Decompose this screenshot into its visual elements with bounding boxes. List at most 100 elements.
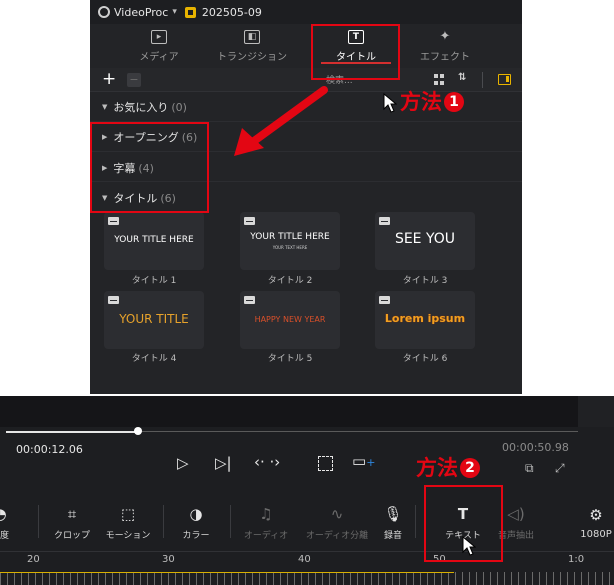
title-badge-icon bbox=[244, 217, 255, 225]
preview-scrollbar[interactable] bbox=[578, 396, 614, 427]
screenshot-stage: VideoProc ▾ 202505-09 ▸ メディア ◧ トランジション T… bbox=[0, 0, 614, 585]
title-thumbnail-label: タイトル 6 bbox=[402, 354, 448, 364]
progress-fill bbox=[6, 431, 138, 433]
tool-label: オーディオ bbox=[243, 530, 289, 541]
tool-label: オーディオ分離 bbox=[305, 530, 369, 541]
next-frame-icon[interactable]: ▷| bbox=[215, 454, 232, 472]
panel-toggle-icon[interactable] bbox=[498, 74, 511, 85]
tool-label: 1080P bbox=[580, 528, 612, 540]
title-thumbnail-5[interactable]: HAPPY NEW YEAR bbox=[240, 291, 340, 349]
edit-tools-row: ◔ 速度 ⌗ クロップ ⬚ モーション ◑ カラー ♫ オーディオ ∿ オーディ… bbox=[0, 494, 614, 551]
tool-label: カラー bbox=[182, 530, 210, 541]
title-preview-text: HAPPY NEW YEAR bbox=[254, 315, 326, 324]
grid-view-icon[interactable] bbox=[434, 74, 445, 85]
red-arrow-icon bbox=[234, 86, 328, 156]
library-tabs: ▸ メディア ◧ トランジション T タイトル ✦ エフェクト bbox=[90, 24, 522, 68]
category-favorites[interactable]: ▼ お気に入り (0) bbox=[102, 97, 187, 117]
title-preview-text: SEE YOU bbox=[394, 231, 456, 247]
step-arrows-icon[interactable]: ‹· ·› bbox=[254, 453, 280, 471]
timeline-ticks bbox=[0, 572, 614, 585]
highlight-box-categories bbox=[90, 122, 209, 213]
tab-transition[interactable]: ◧ トランジション bbox=[210, 24, 294, 68]
tab-effect-label: エフェクト bbox=[420, 51, 470, 63]
remove-button[interactable]: − bbox=[127, 73, 141, 87]
timeline-clip-bar bbox=[0, 572, 454, 573]
tool-color[interactable]: ◑ カラー bbox=[176, 494, 216, 551]
tab-effect[interactable]: ✦ エフェクト bbox=[412, 24, 478, 68]
tool-label: 速度 bbox=[0, 530, 9, 541]
project-save-icon[interactable] bbox=[184, 6, 196, 18]
speed-icon: ◔ bbox=[0, 505, 7, 524]
ruler-label: 30 bbox=[162, 554, 175, 565]
title-thumbnail-4[interactable]: YOUR TITLE bbox=[104, 291, 204, 349]
title-thumbnail-3[interactable]: SEE YOU bbox=[375, 212, 475, 270]
tool-record[interactable]: 🎙 録音 bbox=[378, 494, 408, 551]
app-titlebar: VideoProc ▾ 202505-09 bbox=[90, 0, 522, 24]
app-name: VideoProc bbox=[114, 5, 169, 19]
tab-transition-label: トランジション bbox=[217, 51, 287, 63]
export-frame-icon[interactable]: ▭+ bbox=[352, 452, 375, 470]
title-thumbnail-1[interactable]: YOUR TITLE HERE bbox=[104, 212, 204, 270]
preview-area bbox=[0, 396, 578, 427]
speaker-icon: ◁) bbox=[507, 504, 525, 523]
chevron-down-icon[interactable]: ▾ bbox=[172, 7, 177, 17]
title-thumbnail-label: タイトル 1 bbox=[131, 276, 177, 286]
title-thumbnail-6[interactable]: Lorem ipsum bbox=[375, 291, 475, 349]
tool-label: 音声抽出 bbox=[497, 530, 534, 541]
videoproc-logo-icon bbox=[98, 6, 110, 18]
sort-icon[interactable]: ⇅ bbox=[458, 72, 466, 83]
title-badge-icon bbox=[379, 217, 390, 225]
play-icon[interactable]: ▷ bbox=[177, 454, 189, 472]
progress-knob[interactable] bbox=[133, 427, 142, 435]
title-preview-subtext: YOUR TEXT HERE bbox=[272, 245, 308, 250]
tab-media[interactable]: ▸ メディア bbox=[128, 24, 190, 68]
total-time: 00:00:50.98 bbox=[502, 441, 569, 454]
title-preview-text: YOUR TITLE HERE bbox=[250, 232, 330, 242]
transition-icon: ◧ bbox=[244, 29, 260, 44]
title-preview-text: YOUR TITLE HERE bbox=[114, 235, 194, 245]
method-1-number: 1 bbox=[444, 92, 464, 112]
tool-label: 録音 bbox=[383, 530, 402, 541]
title-thumbnail-label: タイトル 4 bbox=[131, 354, 177, 364]
title-preview-text: Lorem ipsum bbox=[384, 312, 466, 325]
tool-audio-split: ∿ オーディオ分離 bbox=[298, 494, 376, 551]
effect-icon: ✦ bbox=[439, 29, 451, 44]
palette-icon: ◑ bbox=[189, 504, 203, 523]
ruler-label: 1:0 bbox=[568, 554, 585, 565]
settings-icon: ⚙ bbox=[589, 505, 603, 524]
snapshot-icon[interactable] bbox=[318, 456, 333, 471]
add-button[interactable]: + bbox=[102, 70, 116, 88]
expand-triangle-icon: ▼ bbox=[102, 103, 108, 111]
tool-audio: ♫ オーディオ bbox=[238, 494, 294, 551]
tool-motion[interactable]: ⬚ モーション bbox=[100, 494, 156, 551]
mouse-cursor-icon bbox=[383, 93, 397, 113]
tool-speed[interactable]: ◔ 速度 bbox=[0, 494, 14, 551]
title-thumbnail-2[interactable]: YOUR TITLE HERE YOUR TEXT HERE bbox=[240, 212, 340, 270]
ruler-label: 20 bbox=[27, 554, 40, 565]
tools-divider bbox=[163, 505, 164, 538]
method-2-annotation: 方法 2 bbox=[416, 452, 480, 482]
method-1-label: 方法 bbox=[400, 90, 442, 114]
tools-divider bbox=[415, 505, 416, 538]
window-icon[interactable]: ⧉ bbox=[525, 461, 534, 476]
category-count: (0) bbox=[171, 100, 187, 114]
fullscreen-icon[interactable]: ⤢ bbox=[555, 461, 565, 476]
project-name: 202505-09 bbox=[201, 5, 262, 19]
tool-export-settings[interactable]: ⚙ 1080P bbox=[578, 494, 614, 551]
tab-media-label: メディア bbox=[139, 51, 179, 63]
title-badge-icon bbox=[108, 217, 119, 225]
mouse-cursor-icon bbox=[462, 536, 476, 556]
title-thumbnail-label: タイトル 3 bbox=[402, 276, 448, 286]
method-2-label: 方法 bbox=[416, 456, 458, 480]
tool-label: クロップ bbox=[53, 530, 90, 541]
title-badge-icon bbox=[379, 296, 390, 304]
highlight-box-title-tab bbox=[311, 24, 400, 80]
audio-split-icon: ∿ bbox=[330, 504, 344, 523]
tool-crop[interactable]: ⌗ クロップ bbox=[48, 494, 96, 551]
title-preview-text: YOUR TITLE bbox=[119, 312, 189, 326]
title-thumbnail-label: タイトル 2 bbox=[267, 276, 313, 286]
toolbar-divider bbox=[482, 72, 483, 88]
motion-icon: ⬚ bbox=[120, 504, 136, 523]
tools-divider bbox=[230, 505, 231, 538]
method-2-number: 2 bbox=[460, 458, 480, 478]
